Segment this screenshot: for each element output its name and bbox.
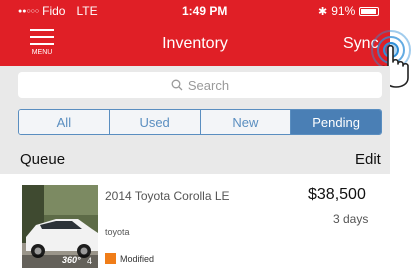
status-label: Modified — [120, 253, 155, 264]
360-badge: 360° — [62, 255, 81, 265]
network-type: LTE — [76, 4, 98, 18]
status-time: 1:49 PM — [182, 4, 228, 18]
battery-info: ✱ 91% — [318, 4, 380, 18]
battery-icon — [359, 6, 380, 16]
search-bar: Search — [0, 66, 390, 104]
vehicle-price: $38,500 — [308, 186, 366, 203]
status-color-icon — [105, 253, 116, 264]
menu-icon — [30, 29, 54, 31]
segment-new[interactable]: New — [200, 110, 292, 134]
nav-bar: MENU Inventory Sync — [0, 22, 390, 66]
vehicle-make: toyota — [105, 227, 130, 237]
inventory-screen: ●●○○○ Fido LTE 1:49 PM ✱ 91% MENU Invent… — [0, 0, 417, 268]
battery-fill — [361, 8, 376, 14]
edit-button[interactable]: Edit — [355, 151, 381, 168]
list-item[interactable]: 360° 4 2014 Toyota Corolla LE toyota Mod… — [0, 174, 390, 268]
status-badge: Modified — [105, 253, 154, 264]
filter-segmented-control: All Used New Pending — [18, 109, 382, 135]
bluetooth-icon: ✱ — [318, 5, 328, 18]
signal-dots-icon: ●●○○○ — [18, 7, 40, 15]
carrier-name: Fido — [42, 4, 66, 18]
vehicle-age: 3 days — [333, 212, 369, 226]
search-placeholder: Search — [187, 77, 230, 93]
section-header: Queue Edit — [0, 142, 390, 174]
search-input[interactable]: Search — [18, 72, 382, 98]
photo-count: 4 — [87, 256, 93, 266]
vehicle-title: 2014 Toyota Corolla LE — [105, 189, 230, 203]
vehicle-thumbnail: 360° 4 — [22, 185, 98, 268]
segment-pending[interactable]: Pending — [291, 110, 381, 134]
filter-segments-area: All Used New Pending — [0, 104, 390, 142]
segment-used[interactable]: Used — [109, 110, 201, 134]
page-title: Inventory — [162, 35, 228, 52]
search-icon — [171, 79, 183, 91]
carrier-info: ●●○○○ Fido LTE — [18, 4, 98, 18]
battery-percent: 91% — [331, 4, 356, 18]
segment-all[interactable]: All — [19, 110, 110, 134]
section-title: Queue — [20, 151, 66, 168]
status-bar: ●●○○○ Fido LTE 1:49 PM ✱ 91% — [0, 0, 390, 22]
